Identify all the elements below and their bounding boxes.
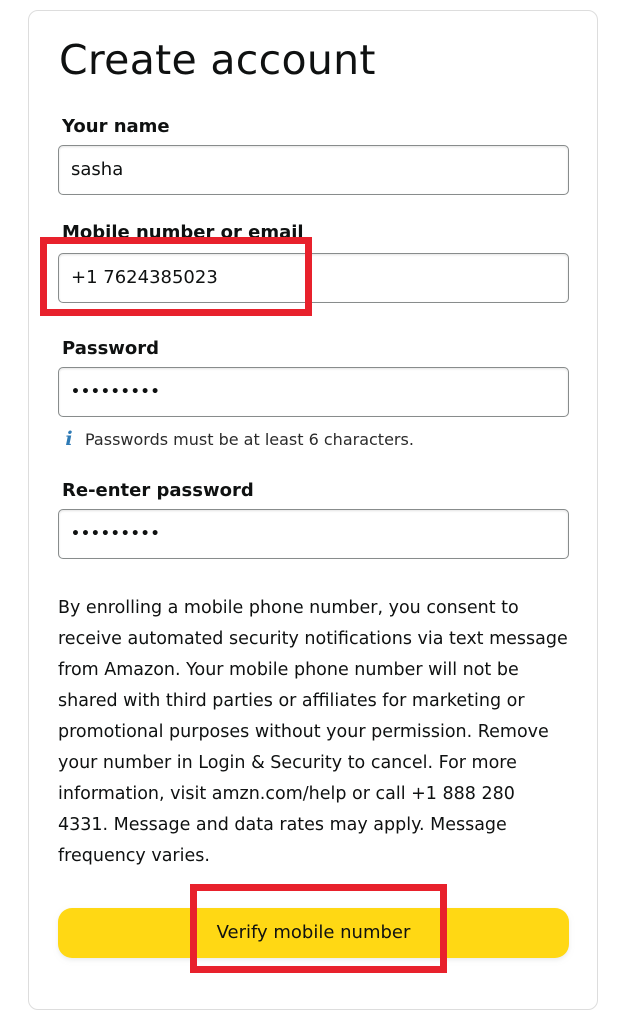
reenter-password-label: Re-enter password: [62, 480, 254, 501]
verify-mobile-number-button[interactable]: Verify mobile number: [58, 908, 569, 958]
password-hint: i Passwords must be at least 6 character…: [62, 427, 414, 451]
consent-text: By enrolling a mobile phone number, you …: [58, 598, 568, 866]
your-name-label: Your name: [62, 116, 170, 137]
your-name-input[interactable]: sasha: [58, 145, 569, 195]
password-label: Password: [62, 338, 160, 359]
mobile-number-input[interactable]: +1 7624385023: [58, 253, 569, 303]
info-icon: i: [65, 428, 73, 450]
password-input[interactable]: •••••••••: [58, 367, 569, 417]
reenter-password-input[interactable]: •••••••••: [58, 509, 569, 559]
page-title: Create account: [59, 36, 376, 84]
password-hint-text: Passwords must be at least 6 characters.: [85, 429, 414, 449]
